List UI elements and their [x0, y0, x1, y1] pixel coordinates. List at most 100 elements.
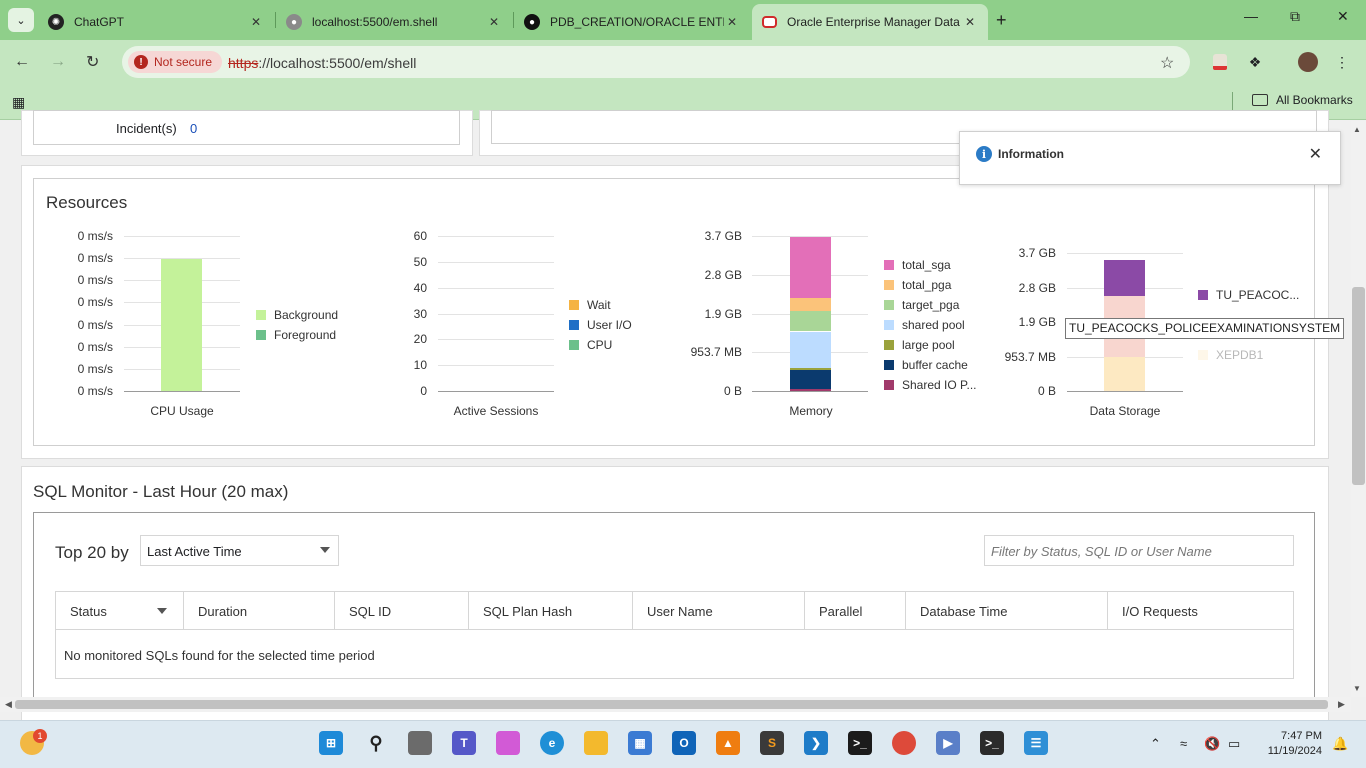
column-header-parallel[interactable]: Parallel	[805, 592, 906, 630]
security-indicator[interactable]: ! Not secure	[128, 51, 223, 73]
terminal-icon[interactable]: >_	[980, 731, 1004, 755]
incidents-count-link[interactable]: 0	[190, 121, 197, 136]
legend-background[interactable]: Background	[256, 308, 338, 322]
apps-grid-icon[interactable]: ▦	[12, 94, 25, 111]
back-button[interactable]: ←	[14, 53, 30, 71]
memory-legend-item[interactable]: buffer cache	[884, 358, 968, 372]
notepad-icon[interactable]: ☰	[1024, 731, 1048, 755]
column-header-sql-id[interactable]: SQL ID	[335, 592, 469, 630]
github-icon: ●	[524, 14, 540, 30]
profile-avatar[interactable]	[1298, 52, 1318, 72]
legend-label: buffer cache	[902, 358, 968, 372]
memory-segment-total-sga[interactable]	[790, 237, 831, 298]
scroll-right-arrow[interactable]: ▶	[1338, 699, 1345, 710]
column-header-sql-plan-hash[interactable]: SQL Plan Hash	[469, 592, 633, 630]
scroll-left-arrow[interactable]: ◀	[5, 699, 12, 710]
all-bookmarks-button[interactable]: All Bookmarks	[1252, 93, 1353, 107]
column-header-status[interactable]: Status	[56, 592, 184, 630]
data-storage-caption: Data Storage	[1089, 404, 1161, 418]
copilot-icon[interactable]	[496, 731, 520, 755]
cpu-y-tick-label: 0 ms/s	[77, 361, 113, 376]
close-tab-icon[interactable]: ✕	[724, 15, 740, 29]
sublime-text-icon[interactable]: S	[760, 731, 784, 755]
notifications-bell-icon[interactable]: 🔔	[1332, 736, 1348, 752]
memory-legend-item[interactable]: large pool	[884, 338, 955, 352]
close-tab-icon[interactable]: ✕	[248, 15, 264, 29]
vlc-icon[interactable]: ▲	[716, 731, 740, 755]
teams-icon[interactable]: T	[452, 731, 476, 755]
forward-button[interactable]: →	[50, 53, 66, 71]
storage-segment-xepdb1[interactable]	[1104, 357, 1145, 391]
tab-oracle-em[interactable]: Oracle Enterprise Manager Data ✕	[752, 4, 988, 40]
column-header-io-requests[interactable]: I/O Requests	[1108, 592, 1293, 630]
windows-start-icon[interactable]: ⊞	[319, 731, 343, 755]
outlook-icon[interactable]: O	[672, 731, 696, 755]
tab-github[interactable]: ● PDB_CREATION/ORACLE ENTER ✕	[514, 4, 750, 40]
menu-kebab-icon[interactable]: ⋮	[1332, 52, 1352, 72]
close-tab-icon[interactable]: ✕	[486, 15, 502, 29]
legend-foreground[interactable]: Foreground	[256, 328, 336, 342]
close-popup-button[interactable]: ✕	[1309, 144, 1322, 164]
tab-chatgpt[interactable]: ✺ ChatGPT ✕	[38, 4, 274, 40]
close-tab-icon[interactable]: ✕	[962, 15, 978, 29]
battery-icon[interactable]: ▭	[1228, 736, 1240, 752]
memory-segment-shared-pool[interactable]	[790, 331, 831, 368]
new-tab-button[interactable]: +	[996, 10, 1007, 31]
column-header-user-name[interactable]: User Name	[633, 592, 805, 630]
reload-button[interactable]: ↻	[86, 52, 99, 72]
task-view-icon[interactable]	[408, 731, 432, 755]
memory-legend-item[interactable]: Shared IO P...	[884, 378, 977, 392]
extension-popcorn-icon[interactable]	[1210, 52, 1230, 72]
restore-button[interactable]: ⧉	[1290, 8, 1300, 25]
memory-segment-target-pga[interactable]	[790, 311, 831, 332]
wifi-icon[interactable]: ≈	[1180, 736, 1187, 751]
sessions-gridline	[438, 261, 554, 263]
search-icon[interactable]: ⚲	[364, 731, 388, 755]
system-clock[interactable]: 7:47 PM 11/19/2024	[1256, 729, 1322, 759]
scroll-down-arrow[interactable]: ▼	[1353, 684, 1361, 693]
edge-icon[interactable]: e	[540, 731, 564, 755]
extensions-puzzle-icon[interactable]: ❖	[1245, 52, 1265, 72]
chrome-icon[interactable]	[892, 731, 916, 755]
chevron-up-icon[interactable]: ⌃	[1150, 736, 1161, 752]
horizontal-scroll-thumb[interactable]	[15, 700, 1328, 709]
memory-legend-item[interactable]: total_sga	[884, 258, 951, 272]
close-window-button[interactable]: ✕	[1337, 8, 1349, 25]
url-path: ://localhost:5500/em/shell	[258, 55, 417, 71]
url-text[interactable]: https://localhost:5500/em/shell	[228, 55, 416, 71]
vertical-scroll-thumb[interactable]	[1352, 287, 1365, 485]
legend-user-io[interactable]: User I/O	[569, 318, 632, 332]
tab-search-button[interactable]: ⌄	[8, 8, 34, 32]
command-prompt-icon[interactable]: >_	[848, 731, 872, 755]
column-header-database-time[interactable]: Database Time	[906, 592, 1108, 630]
memory-segment-total-pga[interactable]	[790, 298, 831, 312]
top-by-select[interactable]: Last Active Time	[140, 535, 339, 566]
scroll-up-arrow[interactable]: ▲	[1353, 125, 1361, 134]
memory-legend-item[interactable]: target_pga	[884, 298, 959, 312]
storage-segment-tu-peacoc-[interactable]	[1104, 260, 1145, 296]
filter-input[interactable]: Filter by Status, SQL ID or User Name	[984, 535, 1294, 566]
legend-label: TU_PEACOC...	[1216, 288, 1300, 302]
storage-legend-item[interactable]: TU_PEACOC...	[1198, 288, 1299, 302]
volume-muted-icon[interactable]: 🔇	[1204, 736, 1220, 752]
memory-segment-buffer-cache[interactable]	[790, 370, 831, 389]
vscode-icon[interactable]: ❯	[804, 731, 828, 755]
column-header-duration[interactable]: Duration	[184, 592, 335, 630]
memory-segment-large-pool[interactable]	[790, 367, 831, 371]
media-player-icon[interactable]: ▶	[936, 731, 960, 755]
sort-down-icon[interactable]	[157, 608, 167, 614]
legend-label: target_pga	[902, 298, 960, 312]
cpu-background-bar[interactable]	[161, 259, 202, 391]
memory-legend-item[interactable]: total_pga	[884, 278, 951, 292]
minimize-button[interactable]: —	[1244, 8, 1258, 24]
file-explorer-icon[interactable]	[584, 731, 608, 755]
tab-localhost[interactable]: ● localhost:5500/em.shell ✕	[276, 4, 512, 40]
legend-wait[interactable]: Wait	[569, 298, 611, 312]
legend-cpu[interactable]: CPU	[569, 338, 612, 352]
storage-legend-item[interactable]: XEPDB1	[1198, 348, 1263, 362]
tab-title: PDB_CREATION/ORACLE ENTER	[550, 15, 724, 29]
memory-legend-item[interactable]: shared pool	[884, 318, 965, 332]
store-icon[interactable]: ▦	[628, 731, 652, 755]
bookmark-star-icon[interactable]: ☆	[1160, 53, 1174, 73]
tab-title: ChatGPT	[74, 15, 125, 29]
